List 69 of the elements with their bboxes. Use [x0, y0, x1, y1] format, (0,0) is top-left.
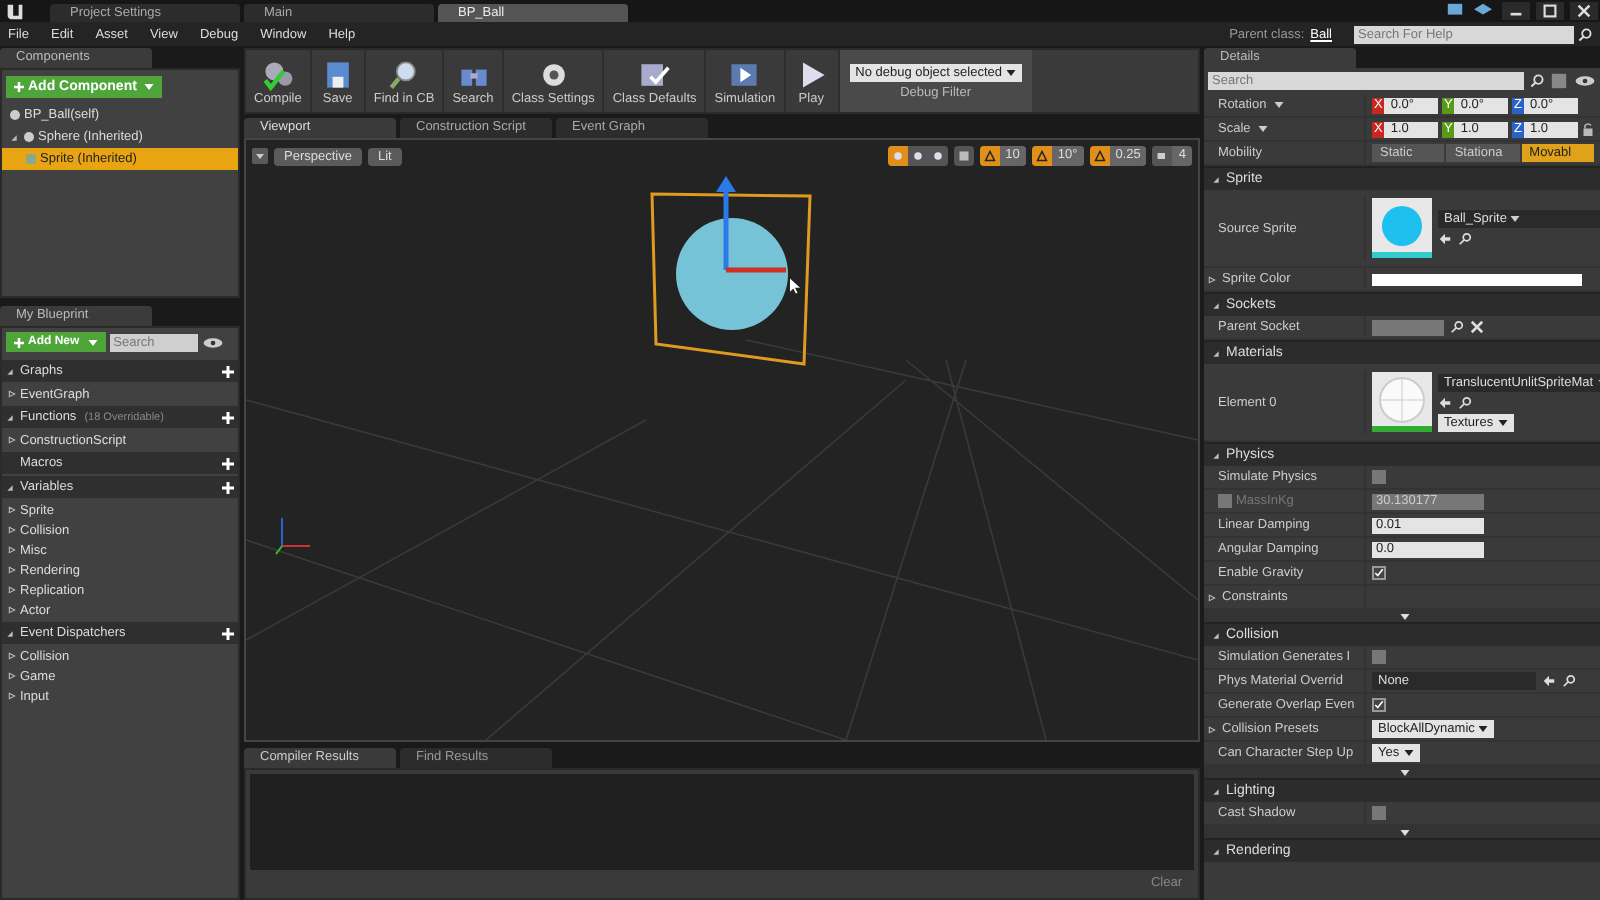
add-icon[interactable]: [222, 457, 234, 469]
eye-icon[interactable]: [1574, 74, 1596, 88]
camera-icon[interactable]: [1152, 146, 1173, 166]
color-swatch[interactable]: [1372, 273, 1582, 285]
search-icon[interactable]: [1562, 674, 1576, 688]
snap-toggle-icon[interactable]: [1089, 146, 1110, 166]
collapsed-triangle-icon: [8, 652, 16, 660]
expanded-triangle-icon: [1212, 349, 1220, 357]
plus-icon: [14, 82, 24, 92]
expanded-triangle-icon: [1212, 175, 1220, 183]
engine-logo-icon: [4, 2, 26, 22]
search-icon[interactable]: [1530, 74, 1544, 88]
collapsed-triangle-icon: [8, 606, 16, 614]
checkbox[interactable]: [1372, 806, 1386, 820]
snap-toggle-icon[interactable]: [979, 146, 1000, 166]
checkbox[interactable]: [1372, 566, 1386, 580]
socket-field[interactable]: [1372, 319, 1444, 335]
maximize-icon[interactable]: [1536, 2, 1564, 20]
compile-icon: [259, 57, 296, 91]
expanded-triangle-icon[interactable]: [6, 367, 14, 375]
checkbox[interactable]: [1372, 650, 1386, 664]
expanded-triangle-icon: [1212, 451, 1220, 459]
material-thumbnail[interactable]: [1372, 372, 1432, 432]
axis-indicator-drawing: [275, 517, 311, 555]
sprite-thumbnail[interactable]: [1372, 198, 1432, 258]
collapsed-triangle-icon: [8, 586, 16, 594]
collapsed-triangle-icon: [8, 526, 16, 534]
add-icon[interactable]: [222, 365, 234, 377]
close-icon[interactable]: [1570, 2, 1598, 20]
search-icon[interactable]: [1450, 320, 1464, 334]
collapsed-triangle-icon: [1208, 593, 1216, 601]
expanded-triangle-icon: [1212, 787, 1220, 795]
arrow-left-icon[interactable]: [1438, 395, 1452, 409]
checkbox[interactable]: [1372, 698, 1386, 712]
collapsed-triangle-icon: [8, 566, 16, 574]
chat-icon[interactable]: [1446, 2, 1464, 20]
expanded-triangle-icon[interactable]: [6, 483, 14, 491]
add-icon[interactable]: [222, 481, 234, 493]
collapsed-triangle-icon: [1208, 725, 1216, 733]
expanded-triangle-icon[interactable]: [6, 413, 14, 421]
collapsed-triangle-icon: [8, 692, 16, 700]
mouse-cursor-icon: [790, 278, 800, 294]
expanded-triangle-icon[interactable]: [6, 629, 14, 637]
collapsed-triangle-icon: [8, 546, 16, 554]
eye-icon[interactable]: [201, 335, 224, 349]
clear-icon[interactable]: [1470, 320, 1484, 334]
collapsed-triangle-icon: [8, 506, 16, 514]
add-icon[interactable]: [222, 627, 234, 639]
minimize-icon[interactable]: [1502, 2, 1530, 20]
arrow-left-icon[interactable]: [1542, 674, 1556, 688]
checkbox[interactable]: [1372, 470, 1386, 484]
expanded-triangle-icon: [10, 133, 18, 141]
search-icon[interactable]: [1578, 27, 1592, 41]
grid-view-icon[interactable]: [1550, 72, 1568, 90]
add-icon[interactable]: [222, 411, 234, 423]
collapsed-triangle-icon: [8, 672, 16, 680]
graduation-cap-icon[interactable]: [1474, 2, 1492, 20]
arrow-left-icon[interactable]: [1438, 232, 1452, 246]
expanded-triangle-icon: [1212, 301, 1220, 309]
search-icon[interactable]: [1458, 232, 1472, 246]
collapsed-triangle-icon: [8, 436, 16, 444]
collapsed-triangle-icon: [1208, 275, 1216, 283]
plus-icon: [14, 337, 24, 347]
snap-toggle-icon[interactable]: [1031, 146, 1052, 166]
lock-icon[interactable]: [1582, 121, 1594, 137]
collapsed-triangle-icon: [8, 390, 16, 398]
expanded-triangle-icon: [1212, 631, 1220, 639]
search-icon[interactable]: [1458, 395, 1472, 409]
expanded-triangle-icon: [1212, 847, 1220, 855]
